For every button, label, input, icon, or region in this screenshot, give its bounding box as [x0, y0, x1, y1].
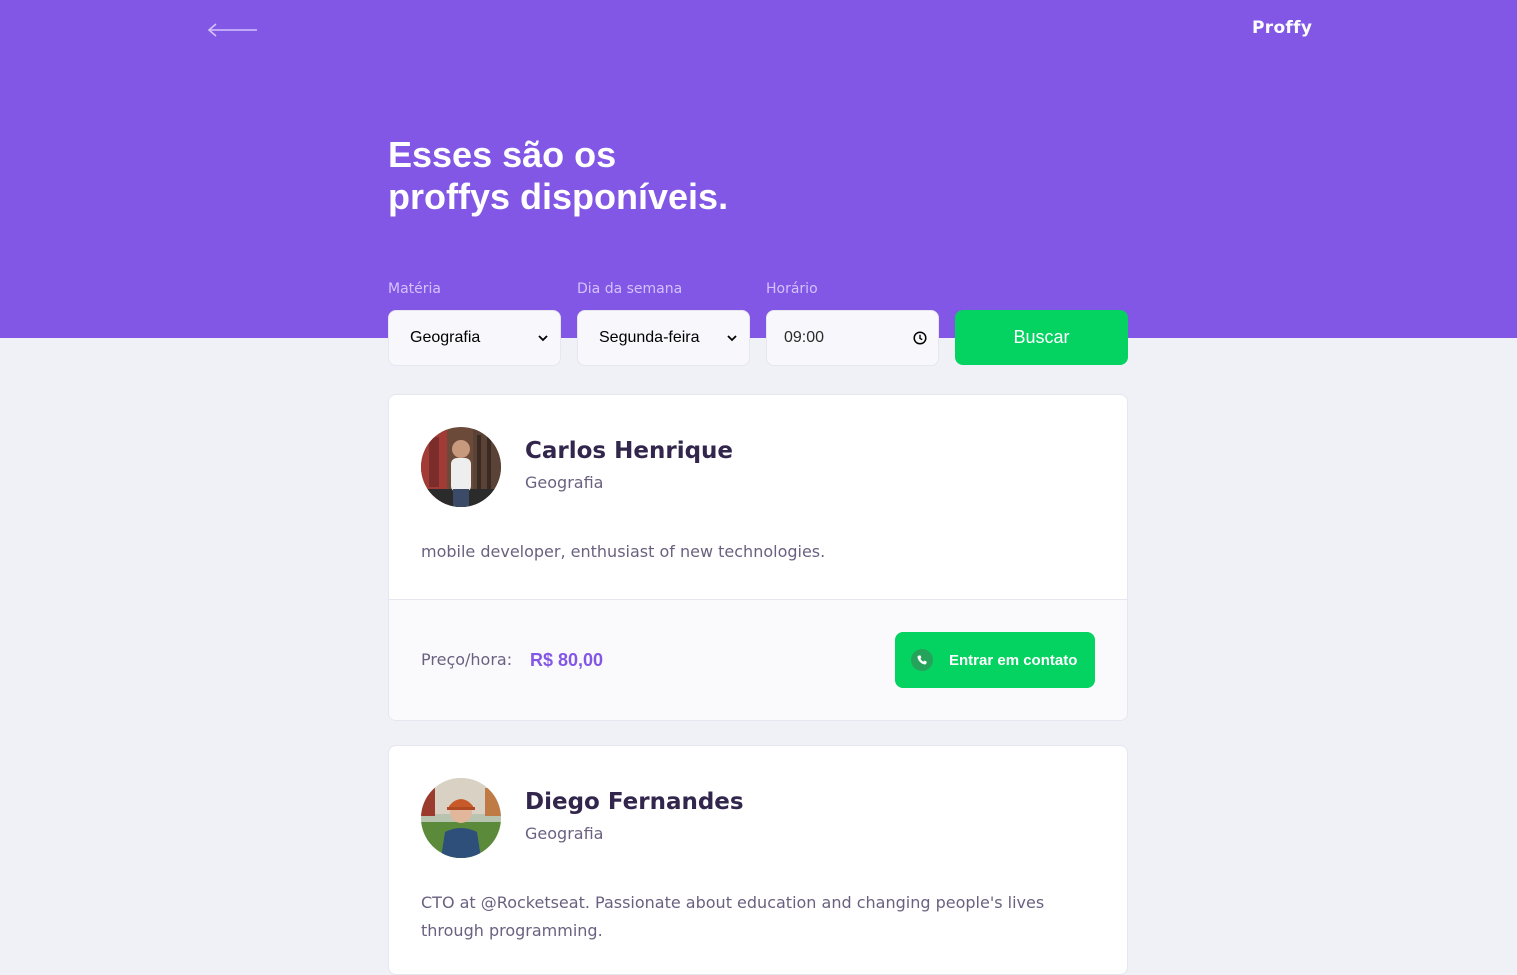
subject-label: Matéria: [388, 281, 441, 297]
teacher-bio-line-1: CTO at @Rocketseat. Passionate about edu…: [421, 893, 1045, 912]
search-button[interactable]: Buscar: [955, 310, 1128, 365]
price-label: Preço/hora:: [421, 650, 513, 669]
weekday-label: Dia da semana: [577, 281, 683, 297]
clock-icon[interactable]: [912, 330, 928, 346]
time-input-value: 09:00: [784, 329, 825, 346]
proffy-logo: Proffy: [1252, 18, 1313, 38]
page-title-line-2: proffys disponíveis.: [388, 176, 729, 217]
teacher-card-footer: Preço/hora: R$ 80,00 Entrar em contato: [389, 599, 1127, 720]
teacher-subject: Geografia: [525, 473, 604, 492]
teacher-name: Carlos Henrique: [525, 438, 734, 464]
teacher-photo: [421, 778, 501, 858]
weekday-select[interactable]: Segunda-feira: [577, 310, 750, 366]
time-input[interactable]: 09:00: [766, 310, 939, 366]
teacher-avatar: [421, 778, 501, 858]
whatsapp-icon: [911, 649, 933, 671]
teacher-avatar: [421, 427, 501, 507]
contact-button-label: Entrar em contato: [949, 651, 1078, 669]
teacher-bio: mobile developer, enthusiast of new tech…: [421, 542, 826, 561]
page-title: Esses são os proffys disponíveis.: [388, 134, 908, 218]
teacher-card: Carlos Henrique Geografia mobile develop…: [388, 394, 1128, 721]
subject-select-value: Geografia: [410, 329, 481, 346]
page-title-line-1: Esses são os: [388, 134, 617, 175]
teacher-name: Diego Fernandes: [525, 789, 744, 815]
teacher-card: Diego Fernandes Geografia CTO at @Rocket…: [388, 745, 1128, 975]
teacher-bio-line-2: through programming.: [421, 921, 603, 940]
subject-select[interactable]: Geografia: [388, 310, 561, 366]
back-button[interactable]: [206, 18, 260, 42]
chevron-down-icon: [538, 335, 548, 342]
chevron-down-icon: [727, 335, 737, 342]
teacher-photo: [421, 427, 501, 507]
contact-button[interactable]: Entrar em contato: [895, 632, 1095, 688]
weekday-select-value: Segunda-feira: [599, 329, 700, 346]
time-label: Horário: [766, 281, 818, 297]
page-header: Proffy Esses são os proffys disponíveis.…: [0, 0, 1517, 338]
arrow-left-icon: [207, 23, 257, 37]
teacher-subject: Geografia: [525, 824, 604, 843]
teacher-bio: CTO at @Rocketseat. Passionate about edu…: [421, 889, 1121, 945]
price-value: R$ 80,00: [530, 650, 604, 670]
